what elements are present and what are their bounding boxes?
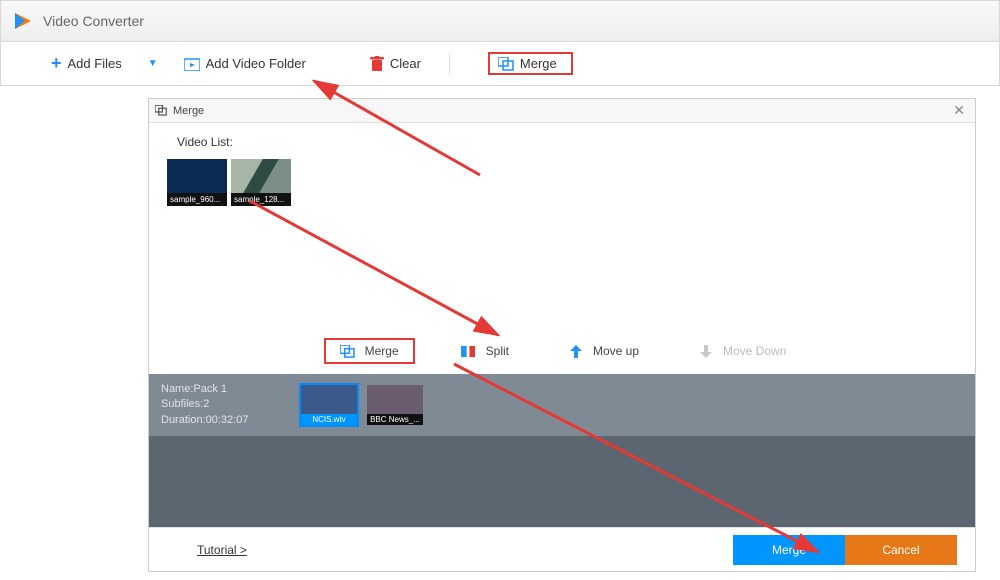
folder-video-icon [184,57,200,71]
merge-icon [498,57,514,71]
footer-buttons: Merge Cancel [733,535,957,565]
add-files-label: Add Files [68,56,122,71]
thumbnail-label: sample_960... [167,193,227,206]
clear-button[interactable]: Clear [360,50,431,78]
thumbnail-icon [231,159,291,193]
video-list-label: Video List: [149,123,975,155]
merge-toolbar-label: Merge [520,56,557,71]
pack-name-value: Pack 1 [193,383,227,395]
dialog-body: Video List: sample_960... sample_128... … [149,123,975,527]
pack-row[interactable]: Name:Pack 1 Subfiles:2 Duration:00:32:07… [149,374,975,436]
merge-action-label: Merge [365,344,399,358]
add-files-button[interactable]: + Add Files [41,47,132,80]
video-list: sample_960... sample_128... [149,155,975,210]
list-item[interactable]: sample_960... [167,159,227,206]
merge-small-icon [155,105,167,116]
cancel-button[interactable]: Cancel [845,535,957,565]
pack-thumb-icon [367,385,423,414]
thumbnail-icon [167,159,227,193]
move-down-label: Move Down [723,344,786,358]
app-logo-icon [11,9,35,33]
move-down-button: Move Down [685,338,800,364]
merge-icon [340,345,355,358]
add-video-folder-button[interactable]: Add Video Folder [174,50,316,77]
move-up-button[interactable]: Move up [555,338,653,364]
trash-icon [370,56,384,72]
move-up-label: Move up [593,344,639,358]
pack-subfiles-value: 2 [203,398,209,410]
tutorial-link[interactable]: Tutorial > [197,543,247,557]
middle-actions: Merge Split Move up Move Down [149,330,975,374]
pack-thumb-label: BBC News_... [367,414,423,425]
arrow-down-icon [699,345,713,358]
merge-dialog: Merge ✕ Video List: sample_960... sample… [148,98,976,572]
close-icon[interactable]: ✕ [949,102,969,119]
plus-icon: + [51,53,62,74]
merge-confirm-button[interactable]: Merge [733,535,845,565]
dialog-title: Merge [173,105,204,117]
pack-subfiles-label: Subfiles: [161,398,203,410]
arrow-up-icon [569,345,583,358]
merge-toolbar-button[interactable]: Merge [488,52,573,75]
pack-item[interactable]: NCIS.wtv [301,385,357,425]
toolbar-separator [449,53,450,75]
pack-item[interactable]: BBC News_... [367,385,423,425]
app-title: Video Converter [43,13,144,29]
clear-label: Clear [390,56,421,71]
add-folder-label: Add Video Folder [206,56,306,71]
pack-thumb-icon [301,385,357,414]
add-files-dropdown-icon[interactable]: ▼ [140,58,166,69]
pack-meta: Name:Pack 1 Subfiles:2 Duration:00:32:07 [161,382,291,428]
toolbar: + Add Files ▼ Add Video Folder Clear Mer… [0,42,1000,86]
pack-thumb-label: NCIS.wtv [301,414,357,425]
pack-duration-label: Duration: [161,414,206,426]
pack-name-label: Name: [161,383,193,395]
merge-action-button[interactable]: Merge [324,338,415,364]
split-action-button[interactable]: Split [447,338,523,364]
dialog-footer: Tutorial > Merge Cancel [149,527,975,571]
thumbnail-label: sample_128... [231,193,291,206]
pack-area: Name:Pack 1 Subfiles:2 Duration:00:32:07… [149,374,975,527]
pack-duration-value: 00:32:07 [206,414,249,426]
split-icon [461,345,476,358]
list-item[interactable]: sample_128... [231,159,291,206]
split-action-label: Split [486,344,509,358]
dialog-titlebar: Merge ✕ [149,99,975,123]
title-bar: Video Converter [0,0,1000,42]
